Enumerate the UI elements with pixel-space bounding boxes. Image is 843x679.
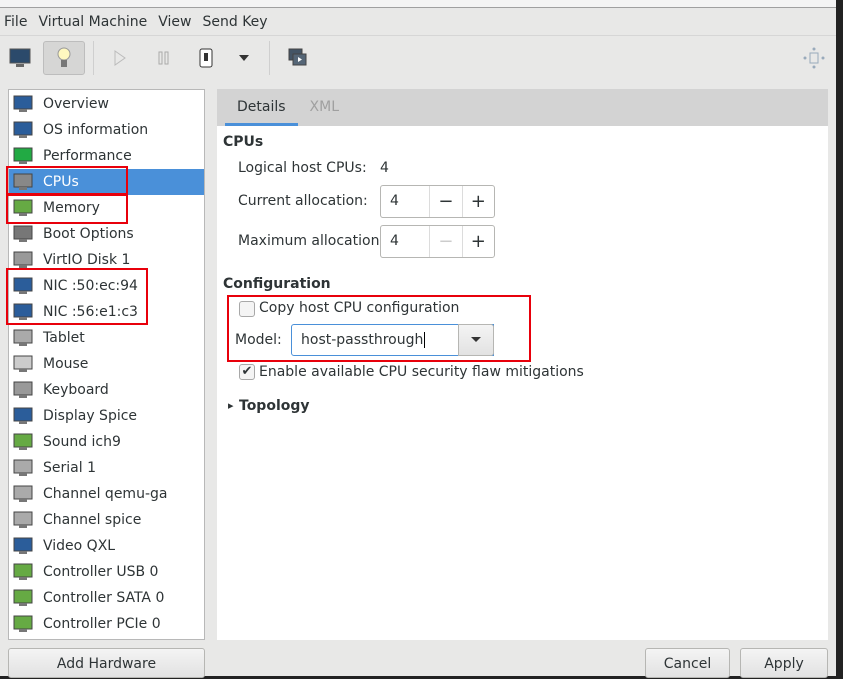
sidebar-item-label: Mouse	[43, 356, 89, 372]
decrement-button: −	[429, 226, 461, 257]
sidebar-item-label: Video QXL	[43, 538, 116, 554]
console-monitor-icon[interactable]	[0, 41, 40, 75]
vm-details-window: File Virtual Machine View Send Key Overv…	[0, 0, 836, 678]
channel-icon	[12, 484, 34, 504]
toolbar-separator	[269, 41, 270, 75]
tab-bar: Details XML	[217, 89, 828, 126]
gear-icon	[12, 224, 34, 244]
sidebar-item-label: Channel qemu-ga	[43, 486, 168, 502]
keyboard-icon	[12, 380, 34, 400]
snapshots-icon[interactable]	[278, 41, 318, 75]
monitor-icon	[12, 94, 34, 114]
sidebar-item-label: Tablet	[43, 330, 85, 346]
apply-button[interactable]: Apply	[740, 648, 828, 678]
sidebar-item-label: Channel spice	[43, 512, 142, 528]
tablet-icon	[12, 328, 34, 348]
shutdown-menu-icon[interactable]	[224, 41, 264, 75]
serial-icon	[12, 458, 34, 478]
topology-expander[interactable]: Topology	[239, 398, 310, 414]
cancel-button[interactable]: Cancel	[645, 648, 730, 678]
tab-xml[interactable]: XML	[298, 89, 351, 126]
controller-icon	[12, 588, 34, 608]
sidebar-item-label: Keyboard	[43, 382, 109, 398]
details-panel: Details XML CPUs Logical host CPUs: 4 Cu…	[217, 89, 828, 640]
sidebar-item-label: Controller PCIe 0	[43, 616, 161, 632]
pause-icon[interactable]	[144, 41, 184, 75]
sidebar-item[interactable]: Serial 1	[9, 455, 204, 481]
sidebar-item-label: Controller SATA 0	[43, 590, 165, 606]
details-lightbulb-icon[interactable]	[43, 41, 85, 75]
run-icon[interactable]	[100, 41, 140, 75]
sidebar-item-label: VirtIO Disk 1	[43, 252, 131, 268]
sidebar-item[interactable]: Sound ich9	[9, 429, 204, 455]
current-allocation-label: Current allocation:	[238, 193, 368, 209]
sidebar-item[interactable]: Controller USB 0	[9, 559, 204, 585]
menu-view[interactable]: View	[154, 14, 198, 30]
cpus-heading: CPUs	[223, 134, 264, 150]
sidebar-item[interactable]: Mouse	[9, 351, 204, 377]
video-icon	[12, 536, 34, 556]
sidebar-item[interactable]: Tablet	[9, 325, 204, 351]
sidebar-item-label: Boot Options	[43, 226, 134, 242]
highlight-box-configuration	[227, 295, 531, 362]
current-allocation-spinner: 4 − +	[380, 185, 495, 218]
title-strip	[0, 0, 836, 8]
sidebar-item[interactable]: Video QXL	[9, 533, 204, 559]
disk-icon	[12, 250, 34, 270]
logical-cpus-label: Logical host CPUs:	[238, 160, 367, 176]
shutdown-icon[interactable]	[186, 41, 226, 75]
add-hardware-button[interactable]: Add Hardware	[8, 648, 205, 678]
configuration-heading: Configuration	[223, 276, 331, 292]
menu-virtual-machine[interactable]: Virtual Machine	[34, 14, 154, 30]
menu-file[interactable]: File	[0, 14, 34, 30]
maximum-allocation-spinner: 4 − +	[380, 225, 495, 258]
increment-button[interactable]: +	[461, 186, 494, 217]
decrement-button[interactable]: −	[429, 186, 461, 217]
sound-icon	[12, 432, 34, 452]
controller-icon	[12, 614, 34, 634]
sidebar-item-label: OS information	[43, 122, 149, 138]
sidebar-item-label: Overview	[43, 96, 109, 112]
sidebar-item[interactable]: Channel spice	[9, 507, 204, 533]
sidebar-item[interactable]: Keyboard	[9, 377, 204, 403]
highlight-box-cpus	[6, 166, 128, 195]
sidebar-item-label: Display Spice	[43, 408, 138, 424]
logical-cpus-value: 4	[380, 160, 389, 176]
monitor-icon	[12, 120, 34, 140]
sidebar-item-label: Performance	[43, 148, 132, 164]
fullscreen-icon[interactable]	[794, 41, 834, 75]
controller-icon	[12, 562, 34, 582]
toolbar-separator	[93, 41, 94, 75]
sidebar-item[interactable]: Display Spice	[9, 403, 204, 429]
menu-bar: File Virtual Machine View Send Key	[0, 8, 836, 36]
performance-icon	[12, 146, 34, 166]
display-icon	[12, 406, 34, 426]
sidebar-item[interactable]: Controller PCIe 0	[9, 611, 204, 637]
expander-arrow-icon[interactable]: ▸	[228, 399, 234, 412]
current-allocation-input[interactable]: 4	[381, 186, 429, 217]
sidebar-item[interactable]: Channel qemu-ga	[9, 481, 204, 507]
sidebar-item[interactable]: OS information	[9, 117, 204, 143]
menu-send-key[interactable]: Send Key	[198, 14, 274, 30]
sidebar-item[interactable]: Controller SATA 0	[9, 585, 204, 611]
tab-details[interactable]: Details	[225, 89, 298, 126]
mitigation-checkbox[interactable]: ✔	[239, 364, 255, 380]
sidebar-item-label: Controller USB 0	[43, 564, 159, 580]
increment-button[interactable]: +	[461, 226, 494, 257]
sidebar-item[interactable]: Boot Options	[9, 221, 204, 247]
highlight-box-memory	[6, 194, 128, 224]
maximum-allocation-input[interactable]: 4	[381, 226, 429, 257]
maximum-allocation-label: Maximum allocation:	[238, 233, 385, 249]
sidebar-item-label: Sound ich9	[43, 434, 121, 450]
sidebar-item[interactable]: Overview	[9, 91, 204, 117]
mitigation-label[interactable]: Enable available CPU security flaw mitig…	[259, 364, 584, 380]
channel-icon	[12, 510, 34, 530]
sidebar-item-label: Serial 1	[43, 460, 96, 476]
mouse-icon	[12, 354, 34, 374]
toolbar	[0, 37, 836, 79]
highlight-box-nics	[6, 268, 148, 325]
